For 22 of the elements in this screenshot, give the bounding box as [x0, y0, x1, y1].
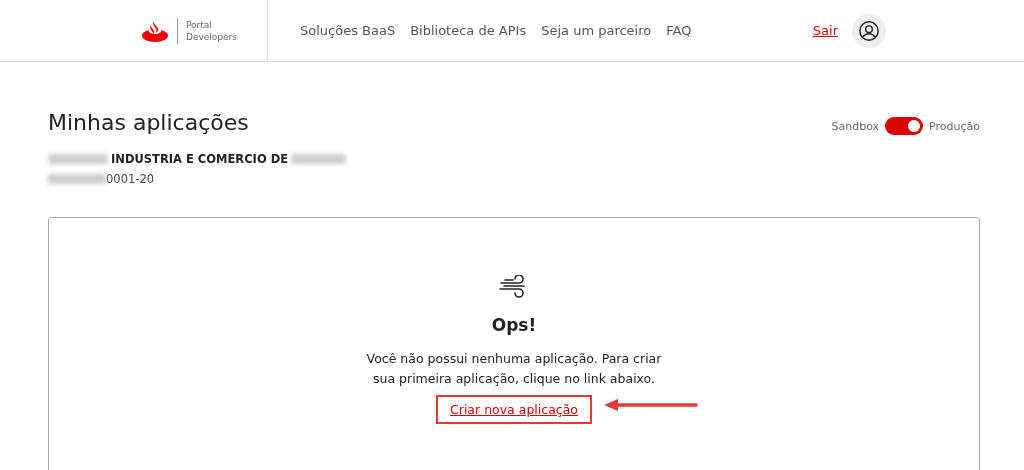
nav-link[interactable]: Soluções BaaS [300, 23, 396, 38]
user-avatar-button[interactable] [852, 13, 886, 48]
toggle-label: Produção [929, 119, 980, 133]
empty-state-title: Ops! [491, 315, 537, 335]
page-title: Minhas aplicações [48, 110, 250, 135]
redacted-text [48, 154, 108, 164]
nav-link[interactable]: Biblioteca de APIs [410, 23, 527, 38]
logout-link[interactable]: Sair [812, 23, 838, 38]
company-name: INDUSTRIA E COMERCIO DE [111, 152, 289, 166]
nav-link[interactable]: Seja um parceiro [541, 23, 652, 38]
create-application-link[interactable]: Criar nova aplicação [436, 395, 592, 424]
environment-toggle[interactable] [885, 117, 924, 135]
toggle-label: Sandbox [831, 119, 880, 133]
user-icon [858, 19, 880, 42]
redacted-text [291, 154, 347, 164]
portal-name: Developers [186, 30, 237, 43]
portal-name: Portal [186, 18, 213, 31]
nav-link[interactable]: FAQ [666, 23, 692, 38]
empty-state-message: Você não possui nenhuma aplicação. Para criar sua primeira aplicação, clique no link abaixo. [365, 350, 663, 388]
flame-logo-icon [142, 19, 168, 42]
company-document: 0001-20 [106, 172, 155, 186]
redacted-text [48, 174, 106, 184]
